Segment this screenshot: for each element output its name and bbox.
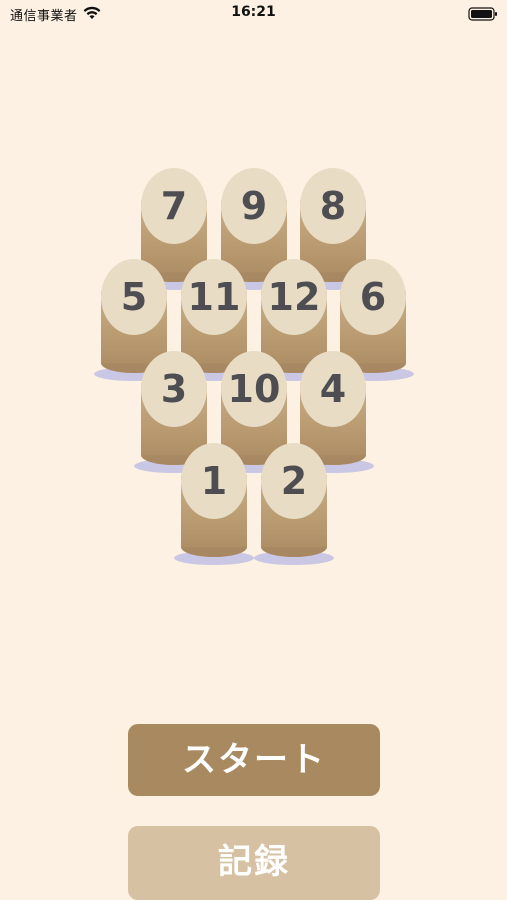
- pin-number: 12: [267, 275, 321, 319]
- pin-2[interactable]: 2: [261, 443, 327, 563]
- pin-field: 7 9 8 5 11 12 6 3 10 4 1 2: [0, 0, 507, 600]
- pin-number: 6: [359, 275, 387, 319]
- pin-1[interactable]: 1: [181, 443, 247, 563]
- pin-number: 11: [187, 275, 241, 319]
- pin-number: 9: [240, 184, 268, 228]
- pin-number: 5: [120, 275, 148, 319]
- pin-number: 3: [160, 367, 188, 411]
- pin-number: 8: [319, 184, 347, 228]
- pin-number: 4: [319, 367, 347, 411]
- pin-number: 1: [200, 459, 228, 503]
- pin-number: 2: [280, 459, 308, 503]
- start-button[interactable]: スタート: [128, 724, 380, 796]
- pin-number: 7: [160, 184, 188, 228]
- record-button[interactable]: 記録: [128, 826, 380, 900]
- pin-number: 10: [227, 367, 281, 411]
